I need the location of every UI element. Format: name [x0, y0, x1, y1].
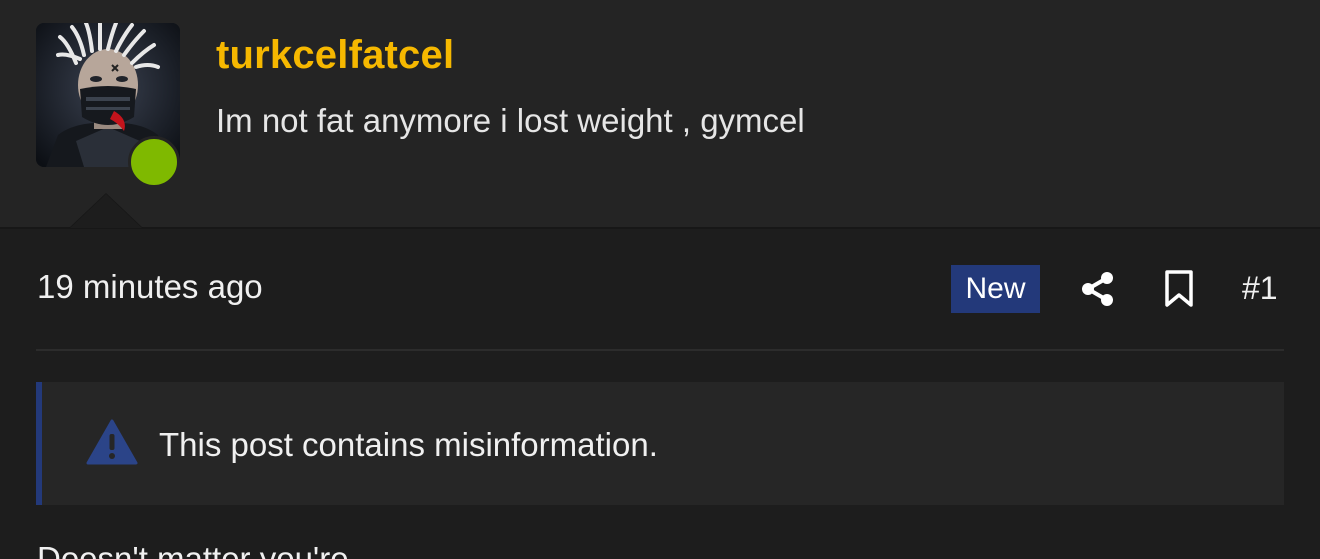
- share-icon[interactable]: [1080, 270, 1116, 308]
- notice-text: This post contains misinformation.: [159, 426, 658, 463]
- post-body-text: Doesn't matter you're: [37, 540, 349, 559]
- post-page: turkcelfatcel Im not fat anymore i lost …: [0, 0, 1320, 559]
- warning-icon: [86, 419, 138, 465]
- post-number-link[interactable]: #1: [1242, 270, 1278, 307]
- misinformation-notice: This post contains misinformation.: [36, 382, 1284, 505]
- divider: [36, 349, 1284, 351]
- post-timestamp[interactable]: 19 minutes ago: [37, 268, 263, 306]
- new-badge: New: [951, 265, 1040, 313]
- username-link[interactable]: turkcelfatcel: [216, 33, 454, 78]
- user-header: turkcelfatcel Im not fat anymore i lost …: [0, 0, 1320, 228]
- online-status-indicator: [128, 136, 180, 188]
- divider: [0, 227, 1320, 229]
- bookmark-icon[interactable]: [1164, 270, 1194, 308]
- user-title: Im not fat anymore i lost weight , gymce…: [216, 102, 805, 139]
- pointer-arrow: [70, 194, 142, 228]
